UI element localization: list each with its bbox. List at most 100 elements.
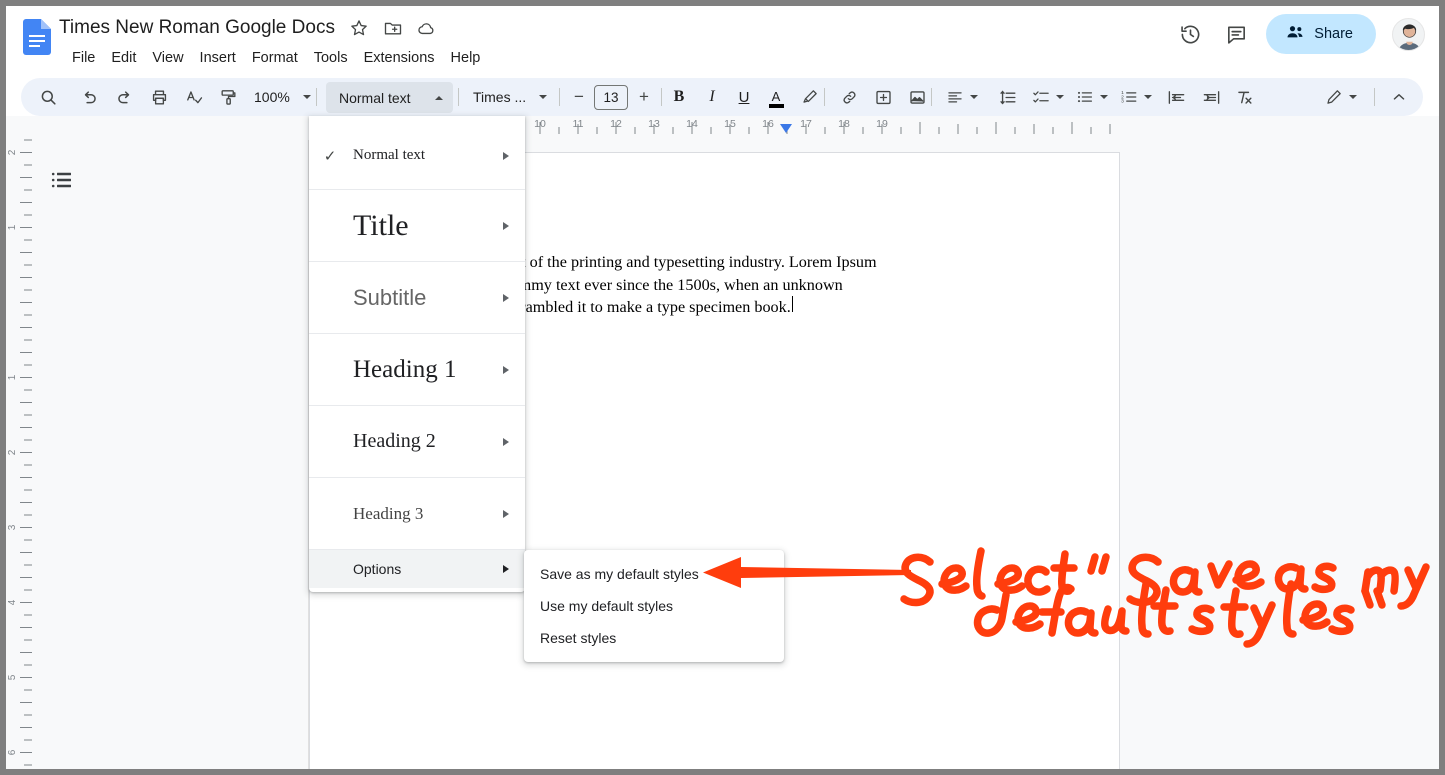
redo-icon[interactable]	[109, 82, 139, 112]
vertical-ruler-ticks: 2 1 1 2 3 4 5 6	[6, 116, 32, 769]
increase-indent-icon[interactable]	[1196, 82, 1226, 112]
zoom-level-selector[interactable]: 100%	[246, 82, 317, 112]
menu-edit[interactable]: Edit	[103, 47, 144, 69]
svg-text:2: 2	[7, 149, 18, 155]
text-color-button[interactable]: A	[761, 82, 791, 112]
numbered-list-button[interactable]: 1 2 3	[1113, 82, 1159, 112]
header-actions: Share	[1170, 14, 1425, 54]
menu-file[interactable]: File	[64, 47, 103, 69]
paragraph-styles-menu: ✓ Normal text Title Subtitle Heading 1 H…	[309, 116, 525, 592]
font-family-selector[interactable]: Times ...	[465, 82, 553, 112]
svg-text:1: 1	[7, 224, 18, 230]
submenu-arrow-icon	[503, 152, 509, 160]
svg-text:2: 2	[7, 449, 18, 455]
editing-mode-button[interactable]	[1318, 82, 1364, 112]
chevron-down-icon	[970, 95, 978, 99]
chevron-down-icon	[303, 95, 311, 99]
decrease-indent-icon[interactable]	[1161, 82, 1191, 112]
insert-image-icon[interactable]	[902, 82, 932, 112]
print-icon[interactable]	[144, 82, 174, 112]
bold-icon: B	[674, 88, 685, 106]
align-button[interactable]	[939, 82, 985, 112]
submenu-arrow-icon	[503, 366, 509, 374]
svg-text:14: 14	[686, 118, 698, 130]
checklist-button[interactable]	[1025, 82, 1071, 112]
title-row: Times New Roman Google Docs	[59, 17, 437, 39]
underline-icon: U	[739, 89, 750, 106]
google-docs-icon[interactable]	[23, 19, 51, 55]
svg-text:4: 4	[7, 599, 18, 605]
check-icon: ✓	[321, 147, 339, 165]
chevron-down-icon	[1349, 95, 1357, 99]
version-history-icon[interactable]	[1170, 14, 1210, 54]
line-spacing-button[interactable]	[993, 82, 1023, 112]
underline-button[interactable]: U	[729, 82, 759, 112]
svg-text:1: 1	[7, 374, 18, 380]
insert-link-icon[interactable]	[834, 82, 864, 112]
decrease-font-size-button[interactable]: −	[564, 82, 594, 112]
style-label: Title	[309, 209, 409, 243]
font-size-input[interactable]: 13	[594, 85, 628, 110]
increase-font-size-button[interactable]: +	[629, 82, 659, 112]
text-color-icon: A	[772, 90, 781, 103]
svg-text:15: 15	[724, 118, 736, 130]
menu-extensions[interactable]: Extensions	[356, 47, 443, 69]
page-title[interactable]: Times New Roman Google Docs	[59, 17, 335, 39]
search-icon[interactable]	[33, 82, 63, 112]
svg-text:6: 6	[7, 749, 18, 755]
bold-button[interactable]: B	[664, 82, 694, 112]
paint-format-icon[interactable]	[213, 82, 243, 112]
star-icon[interactable]	[349, 18, 369, 38]
menu-view[interactable]: View	[144, 47, 191, 69]
svg-text:11: 11	[573, 118, 584, 130]
style-heading-2[interactable]: Heading 2	[309, 406, 525, 478]
app-header: Times New Roman Google Docs File Edit	[6, 6, 1439, 70]
italic-icon: I	[709, 88, 714, 106]
style-label: Heading 2	[309, 430, 436, 453]
style-subtitle[interactable]: Subtitle	[309, 262, 525, 334]
italic-button[interactable]: I	[697, 82, 727, 112]
color-swatch	[769, 104, 784, 108]
chevron-up-icon	[435, 96, 443, 100]
style-title[interactable]: Title	[309, 190, 525, 262]
chevron-down-icon	[1056, 95, 1064, 99]
svg-text:18: 18	[838, 118, 850, 130]
horizontal-ruler[interactable]: 456 789 101112 131415 161718 19	[32, 116, 1439, 140]
collapse-toolbar-button[interactable]	[1384, 82, 1414, 112]
share-button[interactable]: Share	[1266, 14, 1376, 54]
style-options[interactable]: Options	[309, 550, 525, 588]
avatar[interactable]	[1392, 18, 1425, 51]
cloud-saved-icon[interactable]	[417, 18, 437, 38]
submenu-arrow-icon	[503, 565, 509, 573]
svg-text:19: 19	[876, 118, 888, 130]
share-label: Share	[1314, 26, 1353, 42]
zoom-level-value: 100%	[254, 89, 290, 105]
style-heading-1[interactable]: Heading 1	[309, 334, 525, 406]
menu-help[interactable]: Help	[443, 47, 489, 69]
use-default-styles-item[interactable]: Use my default styles	[524, 590, 784, 622]
comment-icon[interactable]	[1216, 14, 1256, 54]
options-submenu: Save as my default styles Use my default…	[524, 550, 784, 662]
menu-tools[interactable]: Tools	[306, 47, 356, 69]
menu-insert[interactable]: Insert	[192, 47, 244, 69]
spellcheck-icon[interactable]	[179, 82, 209, 112]
clear-formatting-icon[interactable]	[1229, 82, 1259, 112]
style-label: Heading 3	[309, 504, 423, 524]
bulleted-list-button[interactable]	[1069, 82, 1115, 112]
reset-styles-item[interactable]: Reset styles	[524, 622, 784, 654]
move-to-folder-icon[interactable]	[383, 18, 403, 38]
style-label: Heading 1	[309, 356, 456, 384]
paragraph-style-selector[interactable]: Normal text	[326, 82, 453, 113]
undo-icon[interactable]	[74, 82, 104, 112]
svg-text:12: 12	[610, 118, 622, 130]
svg-text:10: 10	[534, 118, 546, 130]
text-caret	[792, 296, 794, 312]
save-as-default-styles-item[interactable]: Save as my default styles	[524, 558, 784, 590]
document-outline-icon[interactable]	[50, 168, 74, 192]
style-heading-3[interactable]: Heading 3	[309, 478, 525, 550]
add-comment-icon[interactable]	[868, 82, 898, 112]
highlight-color-button[interactable]	[795, 82, 825, 112]
style-normal-text[interactable]: ✓ Normal text	[309, 122, 525, 190]
menu-format[interactable]: Format	[244, 47, 306, 69]
vertical-ruler[interactable]: 2 1 1 2 3 4 5 6	[6, 116, 32, 769]
